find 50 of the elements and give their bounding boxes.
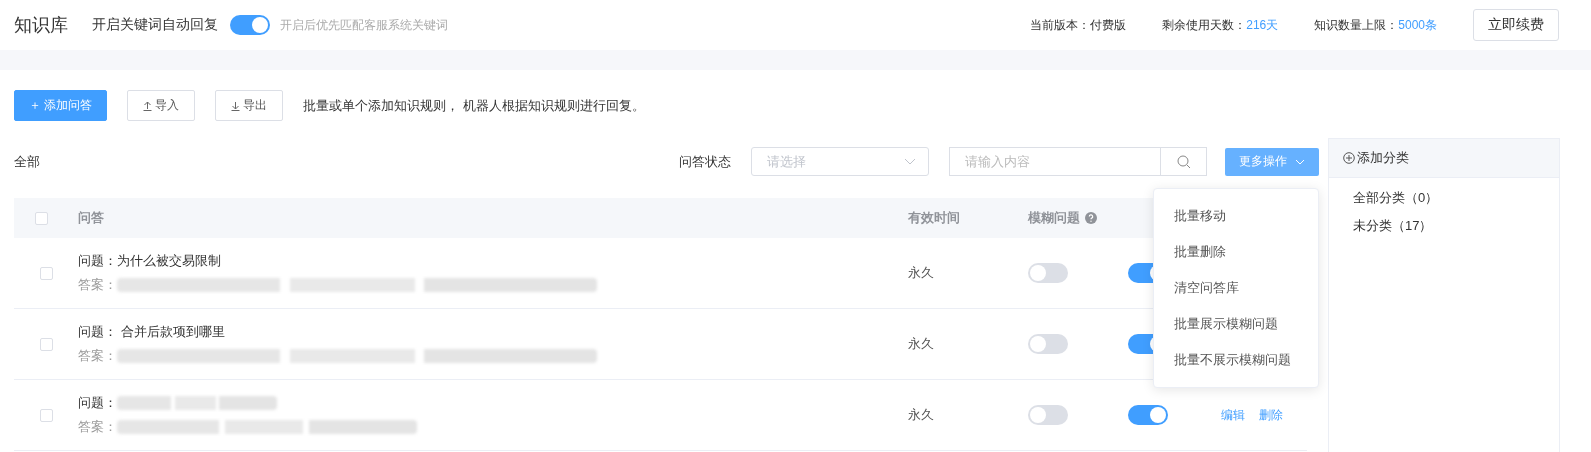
export-button[interactable]: 导出 xyxy=(215,90,284,121)
download-icon xyxy=(231,100,241,111)
search-icon xyxy=(1176,154,1191,169)
answer-label: 答案： xyxy=(78,418,117,436)
question-text: 问题： xyxy=(78,394,117,412)
fuzzy-toggle[interactable] xyxy=(1028,263,1068,283)
help-icon xyxy=(1085,212,1097,224)
select-all-checkbox[interactable] xyxy=(34,211,48,225)
fuzzy-toggle[interactable] xyxy=(1028,334,1068,354)
row-checkbox[interactable] xyxy=(39,408,53,422)
stat-text: 当前版本：付费版 xyxy=(1030,16,1127,34)
upload-icon xyxy=(143,100,153,111)
menu-item[interactable]: 批量不展示模糊问题 xyxy=(1154,341,1318,378)
fuzzy-toggle[interactable] xyxy=(1028,405,1068,425)
search-field[interactable]: 请输入内容 xyxy=(949,147,1161,176)
hint-text: 开启后优先匹配客服系统关键词 xyxy=(280,16,448,34)
menu-item[interactable]: 清空问答库 xyxy=(1154,269,1318,306)
scope-label: 全部 xyxy=(14,152,40,171)
add-category-button[interactable]: 添加分类 xyxy=(1343,149,1409,167)
stat-text: 剩余使用天数：216天 xyxy=(1162,16,1279,34)
description-text: 批量或单个添加知识规则， 机器人根据知识规则进行回复。 xyxy=(303,96,645,115)
menu-item[interactable]: 批量移动 xyxy=(1154,197,1318,234)
page-title: 知识库 xyxy=(14,14,68,37)
column-header: 问答 xyxy=(78,210,104,225)
plus-circle-icon xyxy=(1343,152,1355,164)
answer-label: 答案： xyxy=(78,347,117,365)
validity-text: 永久 xyxy=(908,265,934,280)
column-header: 有效时间 xyxy=(908,210,960,225)
stat-text: 知识数量上限：5000条 xyxy=(1314,16,1437,34)
answer-label: 答案： xyxy=(78,276,117,294)
status-label: 问答状态 xyxy=(679,152,731,171)
auto-reply-label: 开启关键词自动回复 xyxy=(92,16,218,34)
chevron-down-icon xyxy=(1295,158,1305,165)
question-text: 问题： 合并后款项到哪里 xyxy=(78,323,225,341)
auto-reply-toggle[interactable] xyxy=(230,15,270,35)
menu-item[interactable]: 批量展示模糊问题 xyxy=(1154,305,1318,342)
search-button[interactable] xyxy=(1161,147,1207,176)
status-toggle[interactable] xyxy=(1128,405,1168,425)
row-checkbox[interactable] xyxy=(39,337,53,351)
menu-item[interactable]: 批量删除 xyxy=(1154,233,1318,270)
import-button[interactable]: 导入 xyxy=(127,90,196,121)
validity-text: 永久 xyxy=(908,336,934,351)
chevron-down-icon xyxy=(904,158,916,165)
validity-text: 永久 xyxy=(908,407,934,422)
question-text: 问题：为什么被交易限制 xyxy=(78,252,221,270)
renew-button[interactable]: 立即续费 xyxy=(1473,9,1559,41)
category-item[interactable]: 全部分类（0） xyxy=(1329,184,1559,212)
row-checkbox[interactable] xyxy=(39,266,53,280)
column-header: 模糊问题 xyxy=(1028,209,1080,227)
category-item[interactable]: 未分类（17） xyxy=(1329,212,1559,240)
